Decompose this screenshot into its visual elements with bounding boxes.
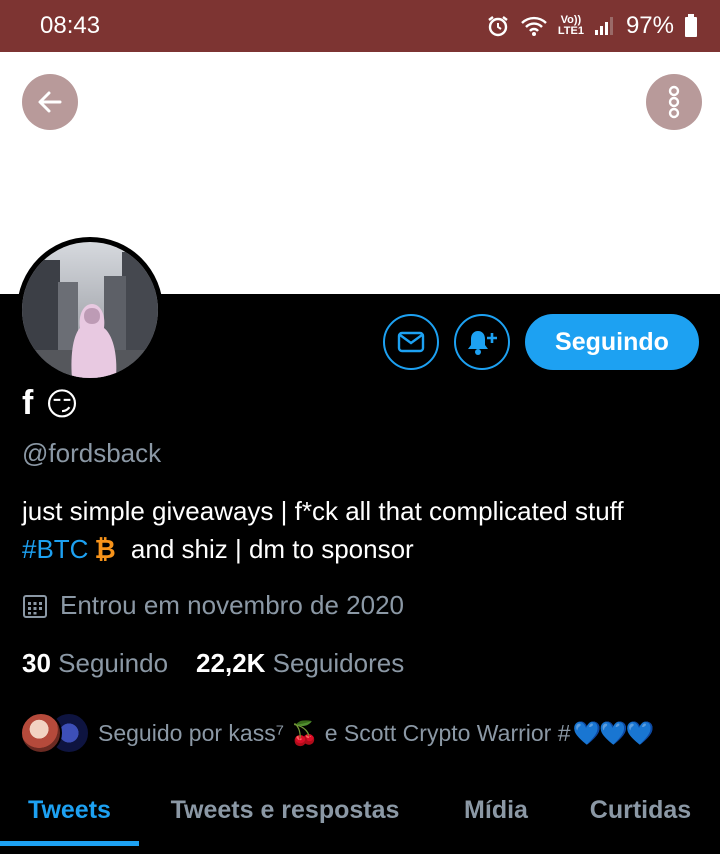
- message-button[interactable]: [383, 314, 439, 370]
- profile-handle: @fordsback: [22, 438, 162, 468]
- following-count: 30: [22, 648, 51, 678]
- battery-percent: 97%: [625, 12, 674, 39]
- more-options-button[interactable]: [646, 74, 702, 130]
- calendar-icon: [23, 594, 47, 618]
- profile-stats: 30 Seguindo 22,2K Seguidores: [22, 648, 404, 679]
- bio-line-1: just simple giveaways | f*ck all that co…: [22, 496, 624, 526]
- following-stat[interactable]: 30 Seguindo: [22, 648, 168, 679]
- back-button[interactable]: [22, 74, 78, 130]
- bio-line-2: #BTC ₿ and shiz | dm to sponsor: [22, 530, 702, 568]
- bell-plus-icon: [468, 331, 497, 355]
- followers-count: 22,2K: [196, 648, 266, 678]
- joined-date: Entrou em novembro de 2020: [22, 590, 404, 621]
- status-time: 08:43: [40, 12, 101, 39]
- cherry-emoji: 🍒: [290, 719, 319, 746]
- tab-likes[interactable]: Curtidas: [561, 780, 720, 840]
- followers-label: Seguidores: [272, 648, 405, 678]
- mutual-avatar: [20, 712, 62, 754]
- back-arrow-icon: [38, 91, 62, 113]
- smirk-emoji: 😏: [45, 385, 79, 422]
- avatar-photo: [22, 242, 158, 378]
- followed-by[interactable]: Seguido por kass⁷ 🍒 e Scott Crypto Warri…: [20, 712, 655, 754]
- profile-avatar[interactable]: [17, 237, 163, 383]
- followers-stat[interactable]: 22,2K Seguidores: [196, 648, 404, 679]
- tab-media[interactable]: Mídia: [431, 780, 561, 840]
- followed-by-suffix: e Scott Crypto Warrior #: [324, 719, 571, 746]
- profile-tabs: Tweets Tweets e respostas Mídia Curtidas: [0, 780, 720, 854]
- profile-bio: just simple giveaways | f*ck all that co…: [22, 492, 702, 568]
- mutual-avatars: [20, 712, 92, 754]
- joined-text: Entrou em novembro de 2020: [60, 590, 404, 620]
- following-label: Seguindo: [58, 648, 169, 678]
- hashtag-link[interactable]: #BTC: [22, 534, 88, 564]
- wifi-icon: [520, 15, 548, 37]
- envelope-icon: [397, 331, 425, 353]
- status-bar: 08:43 Vo)) LTE1 97%: [0, 0, 720, 52]
- following-button[interactable]: Seguindo: [525, 314, 699, 370]
- notifications-button[interactable]: [454, 314, 510, 370]
- tab-tweets[interactable]: Tweets: [0, 780, 139, 846]
- tab-tweets-and-replies[interactable]: Tweets e respostas: [139, 780, 431, 840]
- signal-icon: [594, 16, 616, 36]
- more-vertical-icon: [668, 85, 680, 119]
- followed-by-prefix: Seguido por kass⁷: [98, 719, 285, 746]
- lte-bottom-label: LTE1: [557, 25, 584, 37]
- bio-line-2-text: and shiz | dm to sponsor: [130, 534, 414, 564]
- bitcoin-icon: ₿: [94, 534, 116, 564]
- lte-icon: Vo)) LTE1: [558, 15, 584, 37]
- alarm-icon: [486, 14, 510, 38]
- battery-icon: [684, 14, 698, 38]
- status-icons: Vo)) LTE1 97%: [486, 12, 698, 40]
- profile-name-row: f 😏: [22, 384, 79, 423]
- blue-hearts-emoji: 💙💙💙: [572, 719, 655, 746]
- profile-name: f: [22, 384, 34, 422]
